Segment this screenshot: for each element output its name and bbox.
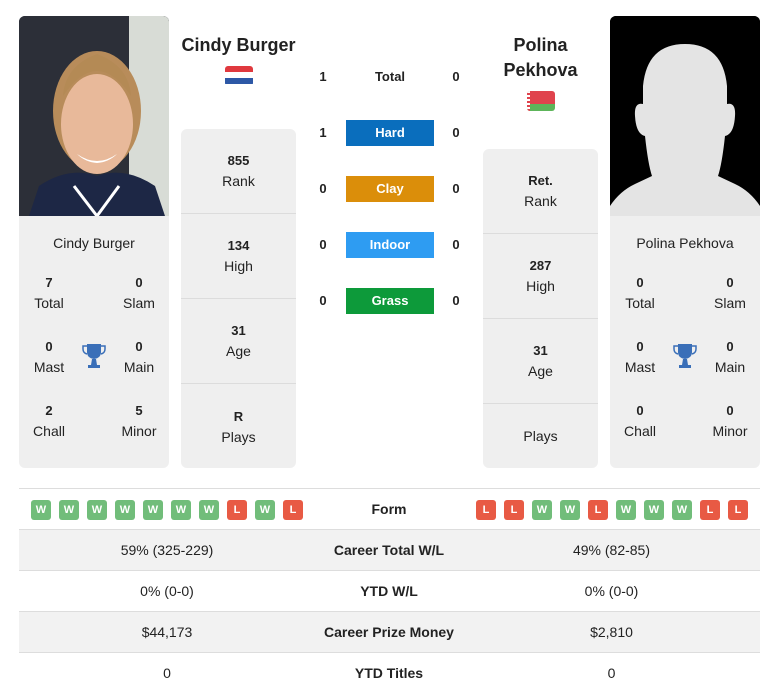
player1-titles: 7 Total 0 Slam 0 Mast 0 Main 2 Chall 5 M… xyxy=(19,273,169,453)
player2-titles-chall: 0 Chall xyxy=(624,403,656,439)
player1-stats: 855 Rank 134 High 31 Age R Plays xyxy=(181,129,296,468)
table-row: 59% (325-229) Career Total W/L 49% (82-8… xyxy=(19,530,760,571)
h2h-total-p2: 0 xyxy=(452,69,460,84)
player1-name[interactable]: Cindy Burger xyxy=(181,33,296,58)
player1-form: WWWWWWWLWL xyxy=(31,500,303,520)
row-label: Career Total W/L xyxy=(333,542,445,558)
h2h-grass-p1: 0 xyxy=(319,293,327,308)
h2h-clay-p1: 0 xyxy=(319,181,327,196)
player1-portrait-icon xyxy=(19,16,169,216)
player2-titles-mast: 0 Mast xyxy=(624,339,656,375)
player1-titles-minor: 5 Minor xyxy=(121,403,157,439)
player2-ytd-titles: 0 xyxy=(607,665,616,681)
player2-titles-total: 0 Total xyxy=(625,275,655,311)
player2-form-badge-loss[interactable]: L xyxy=(700,500,720,520)
player1-high: 134 High xyxy=(181,214,296,299)
h2h-grass-p2: 0 xyxy=(452,293,460,308)
player2-titles-minor: 0 Minor xyxy=(712,403,748,439)
h2h-indoor-row: 0 Indoor 0 xyxy=(310,232,470,258)
table-row: 0 YTD Titles 0 xyxy=(19,653,760,694)
h2h-total-p1: 1 xyxy=(319,69,327,84)
player1-photo[interactable] xyxy=(19,16,169,216)
h2h-clay-p2: 0 xyxy=(452,181,460,196)
player2-card: Polina Pekhova 0 Total 0 Slam 0 Mast 0 M… xyxy=(610,16,760,468)
silhouette-avatar-icon xyxy=(610,16,760,216)
row-label: YTD W/L xyxy=(360,583,418,599)
row-label: Career Prize Money xyxy=(324,624,454,640)
h2h-clay-row: 0 Clay 0 xyxy=(310,176,470,202)
player1-titles-slam: 0 Slam xyxy=(123,275,155,311)
player2-form-badge-loss[interactable]: L xyxy=(588,500,608,520)
player1-ytd-titles: 0 xyxy=(163,665,171,681)
h2h-grass-row: 0 Grass 0 xyxy=(310,288,470,314)
player1-form-badge-win[interactable]: W xyxy=(143,500,163,520)
player1-form-badge-win[interactable]: W xyxy=(171,500,191,520)
player1-form-badge-win[interactable]: W xyxy=(87,500,107,520)
player1-card-name[interactable]: Cindy Burger xyxy=(19,235,169,255)
player2-card-name[interactable]: Polina Pekhova xyxy=(610,235,760,255)
player2-titles-main: 0 Main xyxy=(714,339,746,375)
player1-plays: R Plays xyxy=(221,408,256,445)
player1-career-wl: 59% (325-229) xyxy=(120,542,214,558)
player2-form: LLWWLWWWLL xyxy=(476,500,748,520)
form-row: WWWWWWWLWL Form LLWWLWWWLL xyxy=(19,489,760,530)
surface-indoor-badge[interactable]: Indoor xyxy=(346,232,434,258)
h2h-hard-p2: 0 xyxy=(452,125,460,140)
player1-form-badge-win[interactable]: W xyxy=(31,500,51,520)
player2-form-badge-win[interactable]: W xyxy=(532,500,552,520)
player1-ytd-wl: 0% (0-0) xyxy=(140,583,194,599)
player1-titles-mast: 0 Mast xyxy=(33,339,65,375)
player1-age: 31 Age xyxy=(181,299,296,384)
h2h-hard-row: 1 Hard 0 xyxy=(310,120,470,146)
player2-high: 287 High xyxy=(483,234,598,319)
player1-titles-main: 0 Main xyxy=(123,339,155,375)
player2-form-badge-win[interactable]: W xyxy=(560,500,580,520)
player1-card: Cindy Burger 7 Total 0 Slam 0 Mast 0 Mai… xyxy=(19,16,169,468)
player2-career-wl: 49% (82-85) xyxy=(572,542,651,558)
table-row: $44,173 Career Prize Money $2,810 xyxy=(19,612,760,653)
player2-form-badge-win[interactable]: W xyxy=(672,500,692,520)
netherlands-flag-icon xyxy=(225,66,253,86)
player1-prize-money: $44,173 xyxy=(141,624,193,640)
surface-clay-badge[interactable]: Clay xyxy=(346,176,434,202)
table-row: 0% (0-0) YTD W/L 0% (0-0) xyxy=(19,571,760,612)
belarus-flag-icon xyxy=(527,91,555,111)
player2-age: 31 Age xyxy=(483,319,598,404)
player2-plays: Plays xyxy=(523,428,558,444)
player1-form-badge-win[interactable]: W xyxy=(199,500,219,520)
h2h-indoor-p1: 0 xyxy=(319,237,327,252)
player2-form-badge-win[interactable]: W xyxy=(644,500,664,520)
player2-form-badge-loss[interactable]: L xyxy=(476,500,496,520)
player1-form-badge-win[interactable]: W xyxy=(59,500,79,520)
player2-rank: Ret. Rank xyxy=(483,149,598,234)
player1-titles-total: 7 Total xyxy=(34,275,64,311)
row-label: YTD Titles xyxy=(354,665,424,681)
player1-form-badge-loss[interactable]: L xyxy=(227,500,247,520)
player2-form-badge-loss[interactable]: L xyxy=(504,500,524,520)
h2h-indoor-p2: 0 xyxy=(452,237,460,252)
player2-photo[interactable] xyxy=(610,16,760,216)
player2-stats: Ret. Rank 287 High 31 Age Plays xyxy=(483,149,598,468)
trophy-icon xyxy=(673,344,697,368)
h2h-hard-p1: 1 xyxy=(319,125,327,140)
surface-grass-badge[interactable]: Grass xyxy=(346,288,434,314)
player1-rank: 855 Rank xyxy=(181,129,296,214)
player2-name[interactable]: Polina Pekhova xyxy=(483,33,598,83)
player2-form-badge-loss[interactable]: L xyxy=(728,500,748,520)
surface-hard-badge[interactable]: Hard xyxy=(346,120,434,146)
player2-titles-slam: 0 Slam xyxy=(714,275,746,311)
player2-form-badge-win[interactable]: W xyxy=(616,500,636,520)
player1-titles-chall: 2 Chall xyxy=(33,403,65,439)
trophy-icon xyxy=(82,344,106,368)
h2h-total-label: Total xyxy=(374,69,406,84)
player2-prize-money: $2,810 xyxy=(590,624,633,640)
player2-ytd-wl: 0% (0-0) xyxy=(584,583,639,599)
h2h-total-row: 1 Total 0 xyxy=(310,64,470,90)
player2-titles: 0 Total 0 Slam 0 Mast 0 Main 0 Chall 0 M… xyxy=(610,273,760,453)
player1-form-badge-loss[interactable]: L xyxy=(283,500,303,520)
player1-form-badge-win[interactable]: W xyxy=(115,500,135,520)
comparison-table: WWWWWWWLWL Form LLWWLWWWLL 59% (325-229)… xyxy=(19,488,760,694)
player1-form-badge-win[interactable]: W xyxy=(255,500,275,520)
form-label: Form xyxy=(371,501,407,517)
